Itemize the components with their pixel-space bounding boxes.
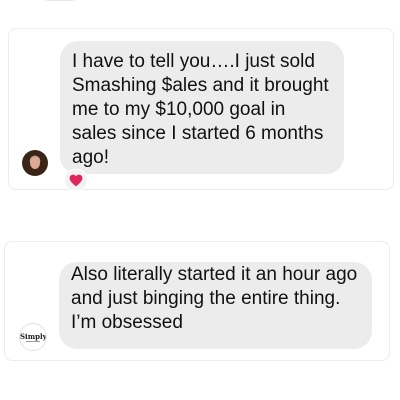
message-bubble[interactable]: Also literally started it an hour ago an… [59,262,372,349]
avatar-face [30,157,40,169]
heart-icon [69,174,83,187]
message-bubble[interactable]: I have to tell you….I just sold Smashing… [60,41,344,174]
avatar[interactable] [22,150,48,176]
reaction-badge[interactable] [64,169,88,191]
logo-underline [26,341,40,342]
brand-logo: Simply. [20,332,47,341]
message-text: I have to tell you….I just sold Smashing… [72,51,329,168]
message-text: Also literally started it an hour ago an… [71,264,358,333]
previous-card-edge [30,0,90,1]
avatar[interactable]: Simply. [19,323,47,351]
dm-screenshot: I have to tell you….I just sold Smashing… [0,0,400,400]
